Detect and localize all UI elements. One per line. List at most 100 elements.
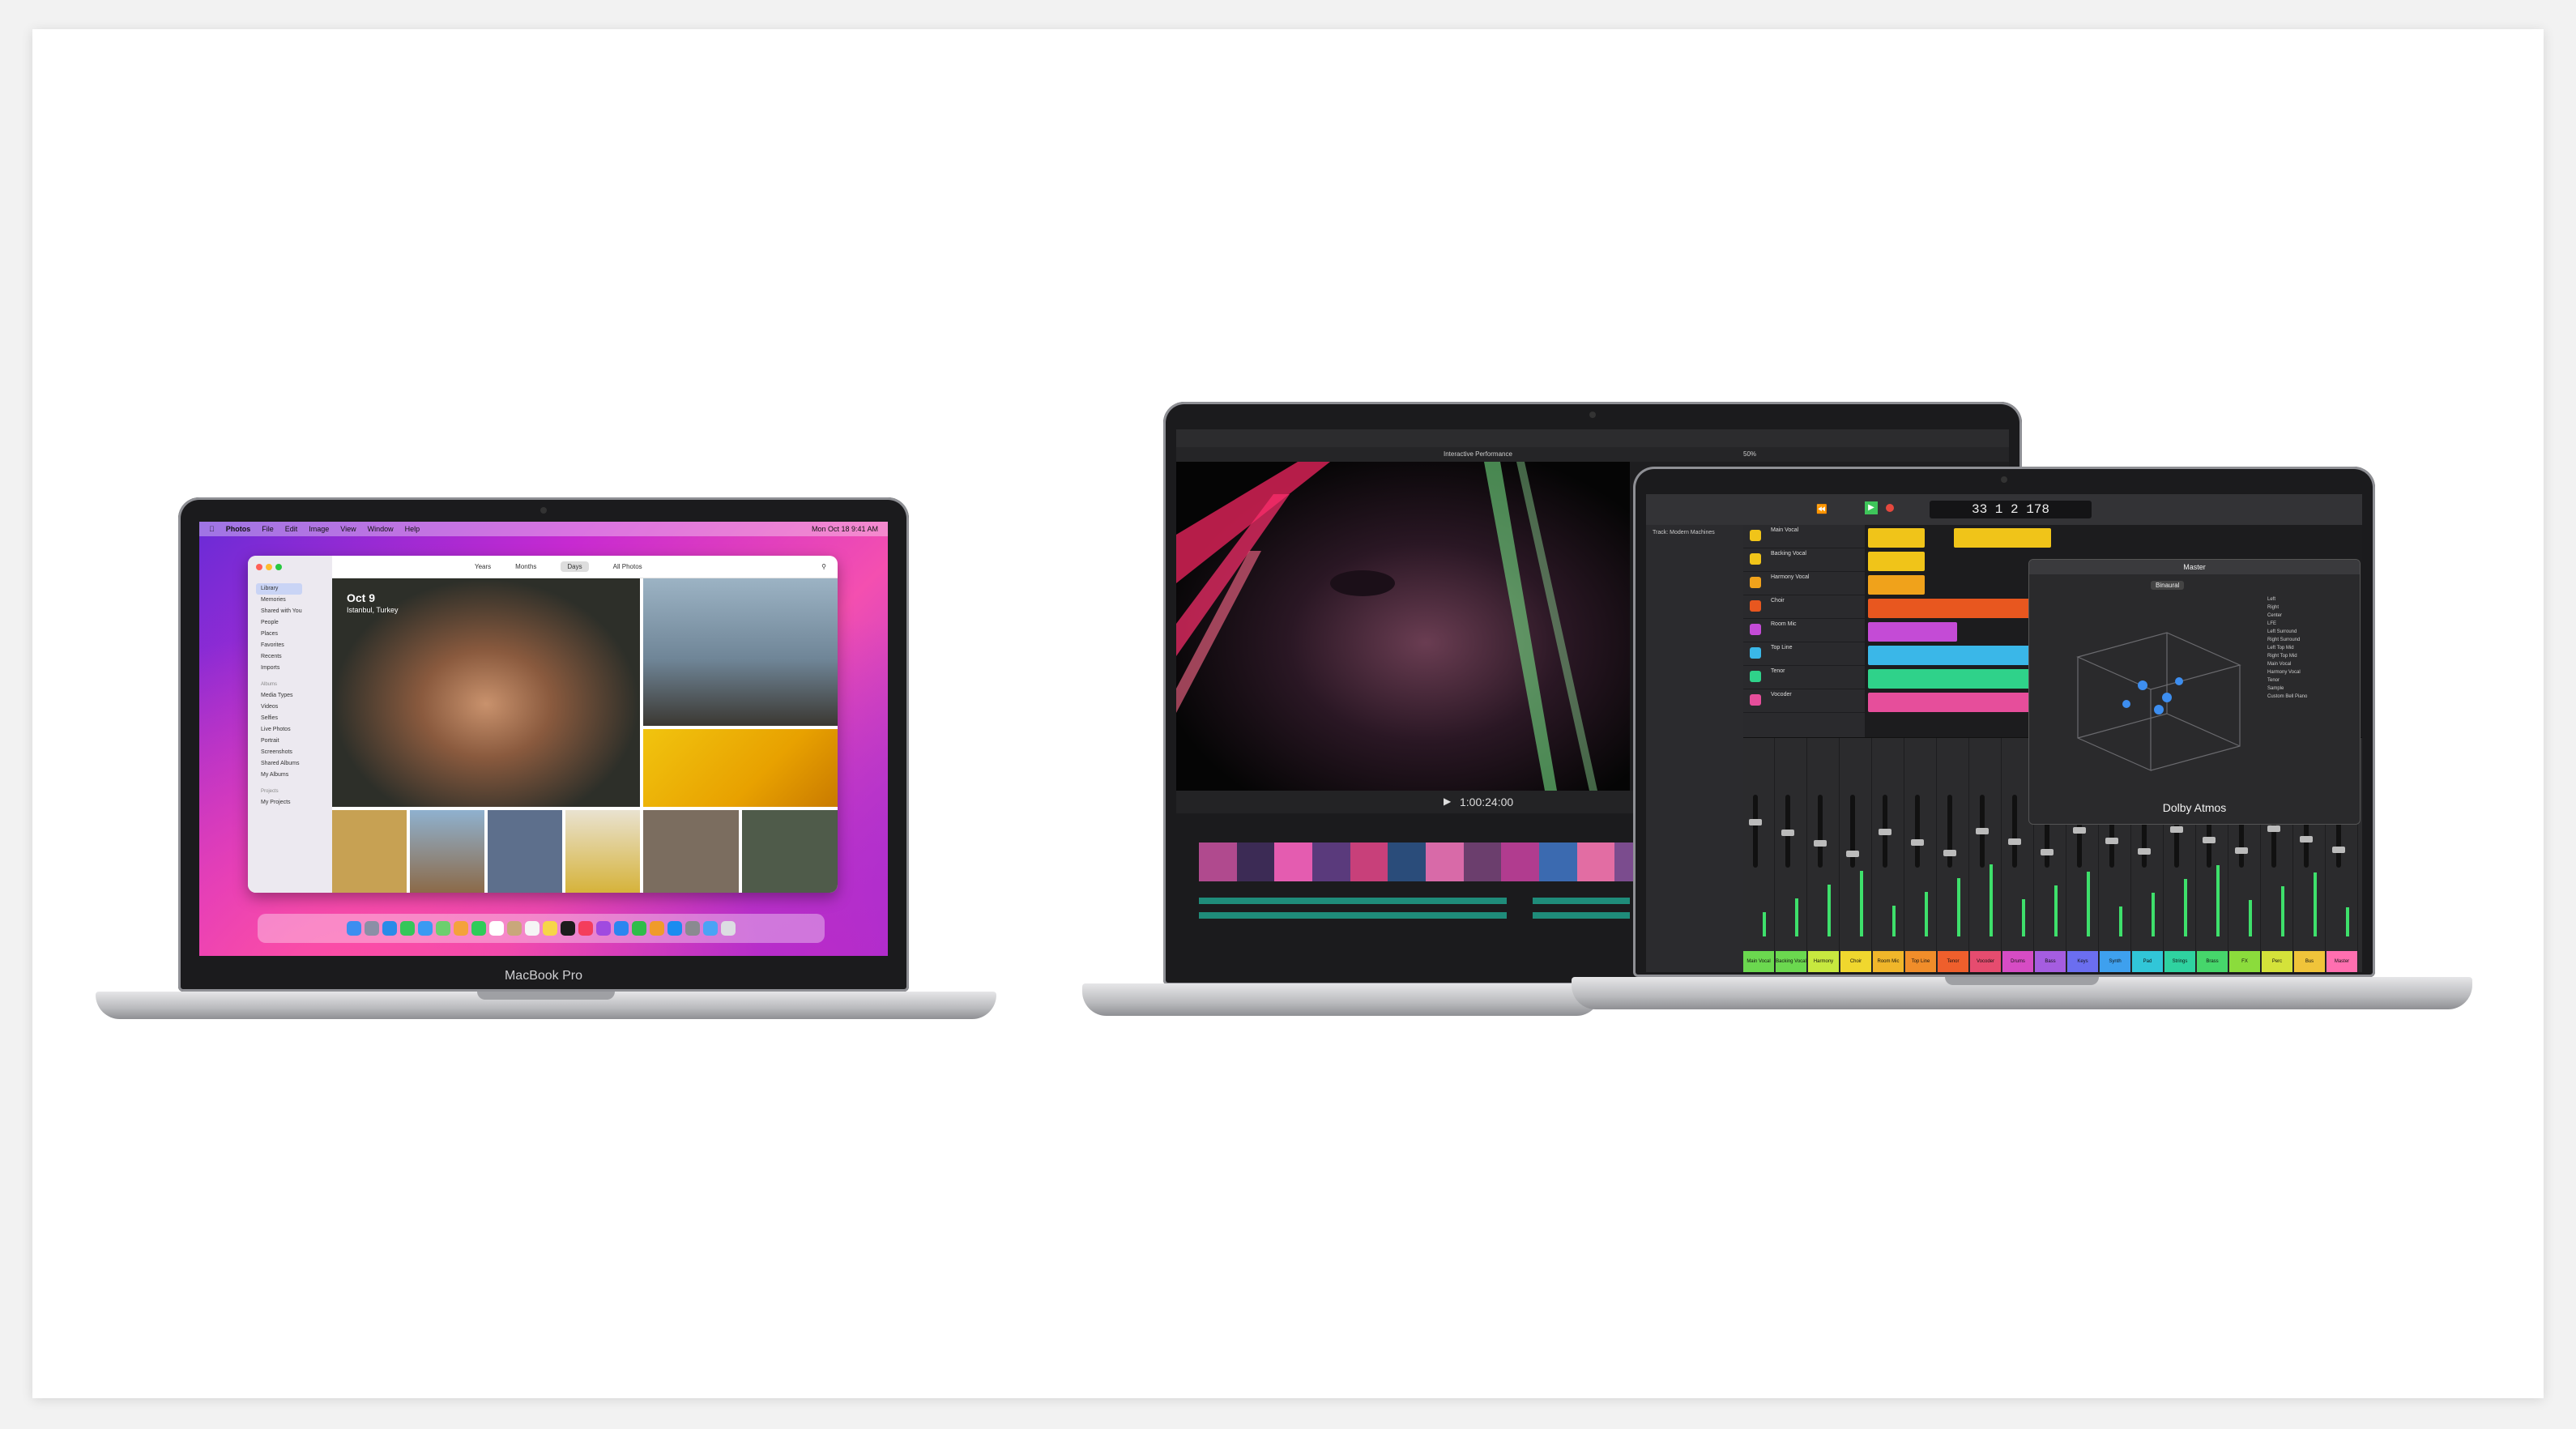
fader-knob[interactable]	[2203, 837, 2216, 843]
app-store-icon[interactable]	[667, 921, 682, 936]
region[interactable]	[1868, 669, 2030, 689]
fader-knob[interactable]	[2332, 847, 2345, 853]
channel-list-item[interactable]: Left Top Mid	[2267, 644, 2348, 652]
podcasts-icon[interactable]	[596, 921, 611, 936]
menubar-clock[interactable]: Mon Oct 18 9:41 AM	[812, 525, 878, 533]
channel-strip[interactable]: Main Vocal	[1743, 738, 1775, 972]
settings-icon[interactable]	[685, 921, 700, 936]
channel-list-item[interactable]: Left Surround	[2267, 628, 2348, 636]
safari-icon[interactable]	[382, 921, 397, 936]
launchpad-icon[interactable]	[365, 921, 379, 936]
maps-icon[interactable]	[436, 921, 450, 936]
menu-help[interactable]: Help	[405, 525, 420, 533]
fader-knob[interactable]	[2041, 849, 2054, 855]
minimize-window-button[interactable]	[266, 564, 272, 570]
mail-icon[interactable]	[418, 921, 433, 936]
sidebar-item-my-projects[interactable]: My Projects	[256, 797, 302, 808]
fader-knob[interactable]	[1911, 839, 1924, 846]
downloads-icon[interactable]	[703, 921, 718, 936]
channel-list-item[interactable]: Left	[2267, 595, 2348, 604]
region[interactable]	[1868, 693, 2030, 712]
track-row[interactable]: Harmony Vocal	[1743, 572, 1865, 595]
fader-knob[interactable]	[1781, 830, 1794, 836]
audio-track-bar-2[interactable]	[1533, 898, 1630, 904]
sidebar-item-portrait[interactable]: Portrait	[256, 736, 302, 747]
fader-knob[interactable]	[2138, 848, 2151, 855]
channel-list-item[interactable]: Tenor	[2267, 676, 2348, 685]
channel-list-item[interactable]: Right Surround	[2267, 636, 2348, 644]
sidebar-item-selfies[interactable]: Selfies	[256, 713, 302, 724]
sidebar-item-people[interactable]: People	[256, 617, 302, 629]
menu-view[interactable]: View	[340, 525, 356, 533]
channel-list-item[interactable]: LFE	[2267, 620, 2348, 628]
rewind-icon[interactable]: ⏪	[1816, 504, 1828, 514]
menu-image[interactable]: Image	[309, 525, 329, 533]
panner-cube[interactable]	[2045, 600, 2256, 778]
channel-list-item[interactable]: Main Vocal	[2267, 660, 2348, 668]
fader-knob[interactable]	[2300, 836, 2313, 842]
fader-knob[interactable]	[1749, 819, 1762, 825]
reminders-icon[interactable]	[525, 921, 540, 936]
channel-strip[interactable]: Tenor	[1938, 738, 1969, 972]
messages-icon[interactable]	[400, 921, 415, 936]
volume-fader[interactable]	[2012, 795, 2017, 868]
trash-icon[interactable]	[721, 921, 736, 936]
timeline-clip-strip[interactable]	[1199, 842, 1653, 881]
fader-knob[interactable]	[1846, 851, 1859, 857]
channel-strip[interactable]: Vocoder	[1970, 738, 2002, 972]
fcp-viewer[interactable]	[1176, 462, 1630, 791]
sidebar-item-live-photos[interactable]: Live Photos	[256, 724, 302, 736]
channel-list-item[interactable]: Harmony Vocal	[2267, 668, 2348, 676]
sidebar-item-media-types[interactable]: Media Types	[256, 690, 302, 702]
apple-menu-icon[interactable]: 	[209, 525, 215, 533]
zoom-window-button[interactable]	[275, 564, 282, 570]
photos-icon[interactable]	[454, 921, 468, 936]
sidebar-item-shared-albums[interactable]: Shared Albums	[256, 758, 302, 770]
photo-thumb-4[interactable]	[565, 810, 640, 893]
fader-knob[interactable]	[2267, 825, 2280, 832]
region[interactable]	[1954, 528, 2051, 548]
region[interactable]	[1868, 552, 1925, 571]
channel-strip[interactable]: Top Line	[1905, 738, 1937, 972]
audio-track-bar[interactable]	[1199, 898, 1507, 904]
menu-file[interactable]: File	[262, 525, 274, 533]
keynote-icon[interactable]	[614, 921, 629, 936]
channel-list-item[interactable]: Center	[2267, 612, 2348, 620]
region[interactable]	[1868, 599, 2030, 618]
monitoring-format[interactable]: Binaural	[2151, 581, 2185, 590]
sidebar-item-library[interactable]: Library	[256, 583, 302, 595]
channel-strip[interactable]: Room Mic	[1873, 738, 1904, 972]
track-row[interactable]: Room Mic	[1743, 619, 1865, 642]
photo-thumb-5[interactable]	[643, 810, 739, 893]
track-row[interactable]: Backing Vocal	[1743, 548, 1865, 572]
play-icon[interactable]: ▶	[1865, 501, 1878, 514]
tab-days[interactable]: Days	[561, 561, 589, 572]
tab-all-photos[interactable]: All Photos	[613, 563, 642, 570]
track-row[interactable]: Tenor	[1743, 666, 1865, 689]
record-icon[interactable]	[1886, 504, 1894, 512]
volume-fader[interactable]	[1753, 795, 1758, 868]
volume-fader[interactable]	[1947, 795, 1952, 868]
fader-knob[interactable]	[2073, 827, 2086, 834]
music-icon[interactable]	[578, 921, 593, 936]
pages-icon[interactable]	[650, 921, 664, 936]
play-icon[interactable]: ▶	[1444, 796, 1451, 807]
sidebar-item-memories[interactable]: Memories	[256, 595, 302, 606]
track-row[interactable]: Main Vocal	[1743, 525, 1865, 548]
contacts-icon[interactable]	[507, 921, 522, 936]
tab-months[interactable]: Months	[515, 563, 536, 570]
search-icon[interactable]: ⚲	[821, 563, 826, 570]
facetime-icon[interactable]	[471, 921, 486, 936]
sidebar-item-recents[interactable]: Recents	[256, 651, 302, 663]
lcd-display[interactable]: 33 1 2 178	[1930, 501, 2092, 518]
region[interactable]	[1868, 575, 1925, 595]
fader-knob[interactable]	[1814, 840, 1827, 847]
channel-strip[interactable]: Choir	[1840, 738, 1872, 972]
sidebar-item-videos[interactable]: Videos	[256, 702, 302, 713]
close-window-button[interactable]	[256, 564, 262, 570]
photo-woman-hair[interactable]	[643, 578, 838, 726]
photo-thumb-3[interactable]	[488, 810, 562, 893]
calendar-icon[interactable]	[489, 921, 504, 936]
channel-list-item[interactable]: Right Top Mid	[2267, 652, 2348, 660]
photo-thumb-6[interactable]	[742, 810, 838, 893]
